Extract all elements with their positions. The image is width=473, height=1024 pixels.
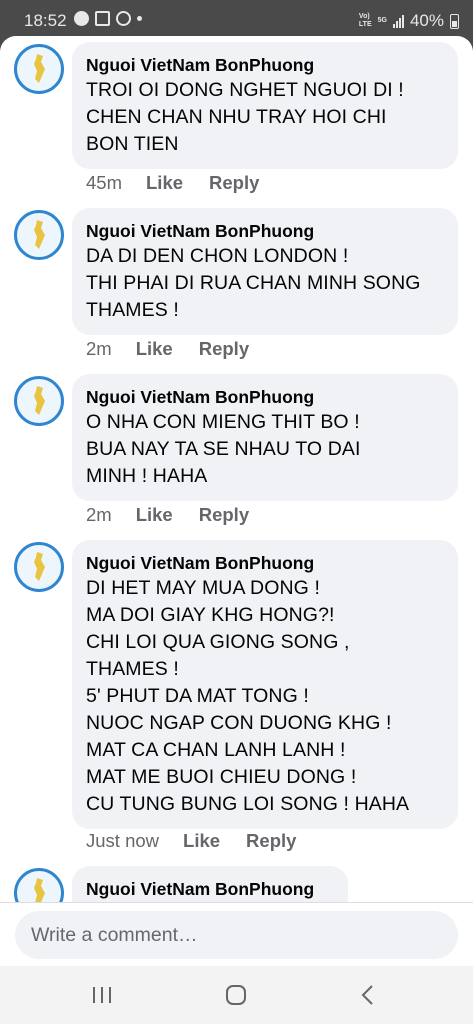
reply-button[interactable]: Reply <box>199 338 249 360</box>
comment-bubble[interactable]: Nguoi VietNam BonPhuong DI HET MAY MUA D… <box>72 540 458 829</box>
comment-author[interactable]: Nguoi VietNam BonPhuong <box>86 385 442 409</box>
reply-button[interactable]: Reply <box>246 830 296 852</box>
comment-input[interactable] <box>15 911 458 959</box>
lte-label: LTE <box>358 21 372 28</box>
avatar[interactable] <box>14 542 64 592</box>
comment-bubble[interactable]: Nguoi VietNam BonPhuong DA DI DEN CHON L… <box>72 208 458 335</box>
reply-button[interactable]: Reply <box>209 172 259 194</box>
signal-icon <box>392 14 404 28</box>
comment-author[interactable]: Nguoi VietNam BonPhuong <box>86 53 442 77</box>
like-button[interactable]: Like <box>136 504 173 526</box>
comment-text: DA DI DEN CHON LONDON ! THI PHAI DI RUA … <box>86 245 421 321</box>
facebook-icon <box>74 11 89 26</box>
comments-sheet: Nguoi VietNam BonPhuong TROI OI DONG NGH… <box>0 36 473 966</box>
recent-apps-button[interactable] <box>82 980 122 1010</box>
recent-apps-icon <box>93 987 111 1003</box>
comment-meta: Just now Like Reply <box>86 830 322 852</box>
comment-text: DI HET MAY MUA DONG ! MA DOI GIAY KHG HO… <box>86 577 410 815</box>
5g-indicator: 5G <box>377 17 387 24</box>
comment-author[interactable]: Nguoi VietNam BonPhuong <box>86 551 442 575</box>
comment-time[interactable]: 2m <box>86 504 112 526</box>
status-right-icons: Vo) LTE 5G 40% <box>359 11 459 31</box>
comment-author[interactable]: Nguoi VietNam BonPhuong <box>86 219 442 243</box>
system-nav-bar <box>0 966 473 1024</box>
vietnam-map-icon <box>34 386 45 415</box>
vietnam-map-icon <box>34 220 45 249</box>
comment-text: O NHA CON MIENG THIT BO ! BUA NAY TA SE … <box>86 411 361 487</box>
avatar[interactable] <box>14 376 64 426</box>
status-bar: 18:52 Vo) LTE 5G 40% <box>0 0 473 38</box>
home-button[interactable] <box>216 980 256 1010</box>
home-icon <box>226 985 246 1005</box>
like-button[interactable]: Like <box>136 338 173 360</box>
reply-button[interactable]: Reply <box>199 504 249 526</box>
like-button[interactable]: Like <box>183 830 220 852</box>
status-time: 18:52 <box>24 11 67 30</box>
volte-indicator: Vo) LTE <box>359 13 372 29</box>
comment-time[interactable]: Just now <box>86 830 159 852</box>
comment-time[interactable]: 45m <box>86 172 122 194</box>
like-button[interactable]: Like <box>146 172 183 194</box>
status-left-icons <box>74 11 142 26</box>
back-button[interactable] <box>348 980 388 1010</box>
comment-meta: 2m Like Reply <box>86 504 275 526</box>
battery-percent: 40% <box>409 11 444 30</box>
dot-icon <box>137 16 142 21</box>
comment-meta: 2m Like Reply <box>86 338 275 360</box>
volte-label: Vo) <box>358 13 370 20</box>
sync-icon <box>116 11 131 26</box>
back-icon <box>361 985 373 1005</box>
vietnam-map-icon <box>34 552 45 581</box>
comment-composer <box>0 902 473 966</box>
avatar[interactable] <box>14 44 64 94</box>
comment-bubble[interactable]: Nguoi VietNam BonPhuong TROI OI DONG NGH… <box>72 42 458 169</box>
comment-time[interactable]: 2m <box>86 338 112 360</box>
comment-meta: 45m Like Reply <box>86 172 285 194</box>
vietnam-map-icon <box>34 54 45 83</box>
comment-text: TROI OI DONG NGHET NGUOI DI ! CHEN CHAN … <box>86 79 404 155</box>
battery-icon <box>450 13 459 29</box>
avatar[interactable] <box>14 210 64 260</box>
comment-author[interactable]: Nguoi VietNam BonPhuong <box>86 877 332 901</box>
qr-code-icon <box>95 11 110 26</box>
comment-bubble[interactable]: Nguoi VietNam BonPhuong O NHA CON MIENG … <box>72 374 458 501</box>
